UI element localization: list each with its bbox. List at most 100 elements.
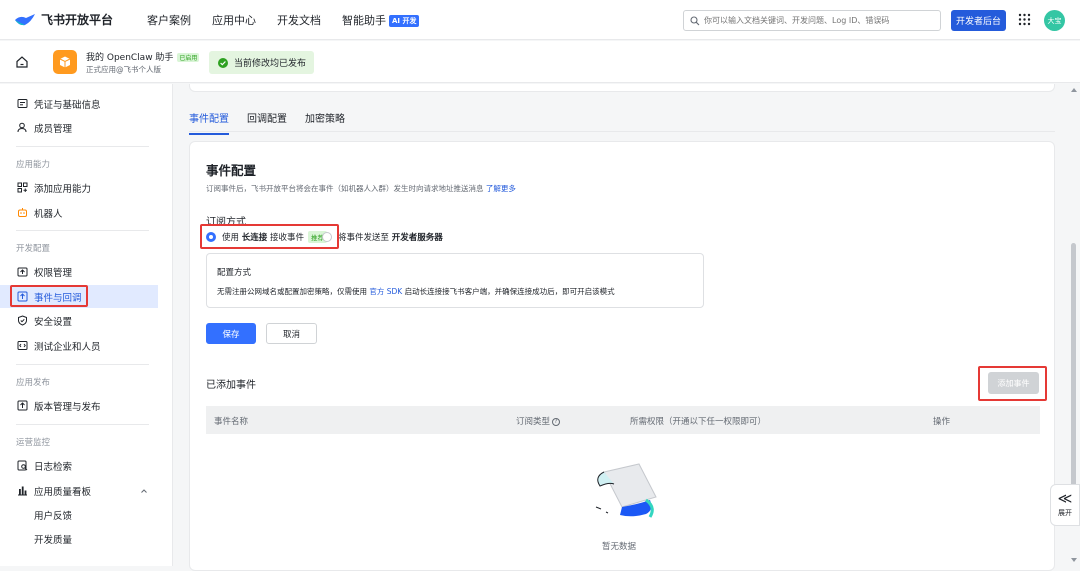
sidebar-group-dev-config: 开发配置 <box>16 244 51 254</box>
sidebar-item-members[interactable]: 成员管理 <box>0 116 158 139</box>
sidebar-item-label: 添加应用能力 <box>34 183 92 195</box>
event-config-card: 事件配置 订阅事件后，飞书开放平台将会在事件（如机器人入群）发生时向请求地址推送… <box>189 141 1055 571</box>
sidebar-item-user-feedback[interactable]: 用户反馈 <box>0 503 158 526</box>
nav-app-center[interactable]: 应用中心 <box>212 12 256 28</box>
top-nav: 客户案例 应用中心 开发文档 智能助手 AI 开发 <box>126 12 420 28</box>
sidebar-item-label: 版本管理与发布 <box>34 401 101 413</box>
code-box-icon <box>17 341 28 350</box>
grid-add-icon <box>17 182 28 193</box>
user-avatar[interactable]: 大宝 <box>1044 10 1065 31</box>
nav-dev-docs[interactable]: 开发文档 <box>277 12 321 28</box>
radio-label-dev-server: 将事件发送至 开发者服务器 <box>338 231 443 243</box>
learn-more-link[interactable]: 了解更多 <box>486 184 516 193</box>
info-text: 无需注册公网域名或配置加密策略，仅需使用 官方 SDK 启动长连接接飞书客户端，… <box>217 286 615 297</box>
highlight-box-radio <box>200 224 339 249</box>
shield-icon <box>18 315 27 326</box>
events-table-header: 事件名称 订阅类型? 所需权限（开通以下任一权限即可） 操作 <box>206 406 1040 434</box>
nav-ai-assistant[interactable]: 智能助手 AI 开发 <box>342 12 420 28</box>
highlight-box-add-event <box>978 366 1047 401</box>
column-subscription-type: 订阅类型? <box>516 415 561 427</box>
app-subtitle: 正式应用@飞书个人版 <box>86 65 161 74</box>
empty-state-illustration <box>595 463 657 518</box>
sidebar-group-app-capabilities: 应用能力 <box>16 160 51 170</box>
column-actions: 操作 <box>933 417 951 427</box>
expand-panel-button[interactable]: ≪ 展开 <box>1050 484 1080 526</box>
app-header-bar: 我的 OpenClaw 助手 已启用 正式应用@飞书个人版 当前修改均已发布 <box>0 41 1080 83</box>
ai-dev-badge: AI 开发 <box>389 14 420 27</box>
info-title: 配置方式 <box>217 268 252 278</box>
publish-status-banner: 当前修改均已发布 <box>209 51 314 74</box>
column-event-name: 事件名称 <box>214 417 249 427</box>
app-name-text: 我的 OpenClaw 助手 <box>86 53 174 63</box>
sidebar-item-label: 凭证与基础信息 <box>34 99 101 111</box>
double-chevron-left-icon: ≪ <box>1057 491 1073 507</box>
sidebar-item-label: 测试企业和人员 <box>34 341 101 353</box>
sidebar-item-label: 成员管理 <box>34 123 73 135</box>
search-icon <box>690 15 700 25</box>
search-input[interactable] <box>704 16 934 25</box>
card-title: 事件配置 <box>206 163 257 178</box>
sidebar-divider <box>16 424 149 425</box>
highlight-box-sidebar <box>10 285 88 307</box>
box-icon <box>59 56 71 68</box>
sidebar-item-versions[interactable]: 版本管理与发布 <box>0 394 158 417</box>
feishu-logo-icon <box>15 13 35 25</box>
empty-state-text: 暂无数据 <box>602 542 637 552</box>
nav-ai-assistant-label: 智能助手 <box>342 13 386 27</box>
option2-bold: 开发者服务器 <box>391 233 443 243</box>
sidebar-item-bot[interactable]: 机器人 <box>0 201 158 224</box>
card-description: 订阅事件后，飞书开放平台将会在事件（如机器人入群）发生时向请求地址推送消息 了解… <box>206 183 516 194</box>
app-icon <box>53 50 77 74</box>
robot-icon <box>18 208 27 217</box>
app-name[interactable]: 我的 OpenClaw 助手 已启用 <box>86 50 200 63</box>
cancel-button[interactable]: 取消 <box>266 323 317 344</box>
upload-icon <box>17 400 28 411</box>
save-button[interactable]: 保存 <box>206 323 256 344</box>
sidebar-item-permissions[interactable]: 权限管理 <box>0 260 158 283</box>
official-sdk-link[interactable]: 官方 SDK <box>369 287 402 296</box>
sidebar-divider <box>16 230 149 231</box>
sidebar-item-log-search[interactable]: 日志检索 <box>0 454 158 477</box>
sidebar-item-test-orgs[interactable]: 测试企业和人员 <box>0 334 158 357</box>
sidebar-item-security[interactable]: 安全设置 <box>0 309 158 332</box>
added-events-title: 已添加事件 <box>206 380 256 391</box>
user-icon <box>17 122 27 133</box>
sidebar-item-label: 应用质量看板 <box>34 486 92 498</box>
logo-text: 飞书开放平台 <box>41 13 114 27</box>
scroll-up-arrow-icon[interactable] <box>1071 88 1077 92</box>
sidebar-divider <box>16 364 149 365</box>
radio-developer-server[interactable]: 将事件发送至 开发者服务器 <box>322 231 443 243</box>
log-search-icon <box>17 460 28 471</box>
search-bar[interactable] <box>683 10 941 31</box>
sidebar-item-quality-board[interactable]: 应用质量看板 <box>0 479 158 502</box>
column-required-permissions: 所需权限（开通以下任一权限即可） <box>630 417 767 427</box>
card-description-text: 订阅事件后，飞书开放平台将会在事件（如机器人入群）发生时向请求地址推送消息 <box>206 184 484 193</box>
home-icon[interactable] <box>15 55 29 69</box>
credential-icon <box>17 99 28 108</box>
developer-console-button[interactable]: 开发者后台 <box>951 10 1006 31</box>
chevron-up-icon[interactable] <box>140 487 148 495</box>
previous-card-bottom <box>189 84 1055 92</box>
config-info-box: 配置方式 无需注册公网域名或配置加密策略，仅需使用 官方 SDK 启动长连接接飞… <box>206 253 704 308</box>
check-circle-icon <box>218 57 228 68</box>
publish-status-text: 当前修改均已发布 <box>234 59 307 69</box>
sidebar-item-label: 安全设置 <box>34 316 73 328</box>
expand-label: 展开 <box>1058 509 1072 517</box>
sidebar-item-credentials[interactable]: 凭证与基础信息 <box>0 92 158 115</box>
nav-customer-cases[interactable]: 客户案例 <box>147 12 191 28</box>
scroll-down-arrow-icon[interactable] <box>1071 558 1077 562</box>
bar-chart-icon <box>18 486 27 496</box>
sidebar-divider <box>16 146 149 147</box>
sidebar-item-label: 权限管理 <box>34 267 73 279</box>
sidebar-item-add-capability[interactable]: 添加应用能力 <box>0 176 158 199</box>
info-text-pre: 无需注册公网域名或配置加密策略，仅需使用 <box>217 287 367 296</box>
app-grid-icon[interactable] <box>1018 13 1031 26</box>
sidebar-group-operations: 运营监控 <box>16 438 51 448</box>
column-subscription-type-label: 订阅类型 <box>516 417 551 427</box>
sidebar-group-app-release: 应用发布 <box>16 378 51 388</box>
sidebar-item-label: 开发质量 <box>34 534 73 546</box>
scrollbar-thumb[interactable] <box>1071 243 1076 498</box>
help-icon[interactable]: ? <box>552 417 561 426</box>
sidebar-item-dev-quality[interactable]: 开发质量 <box>0 527 158 550</box>
feishu-open-platform-logo[interactable]: 飞书开放平台 <box>14 11 126 28</box>
